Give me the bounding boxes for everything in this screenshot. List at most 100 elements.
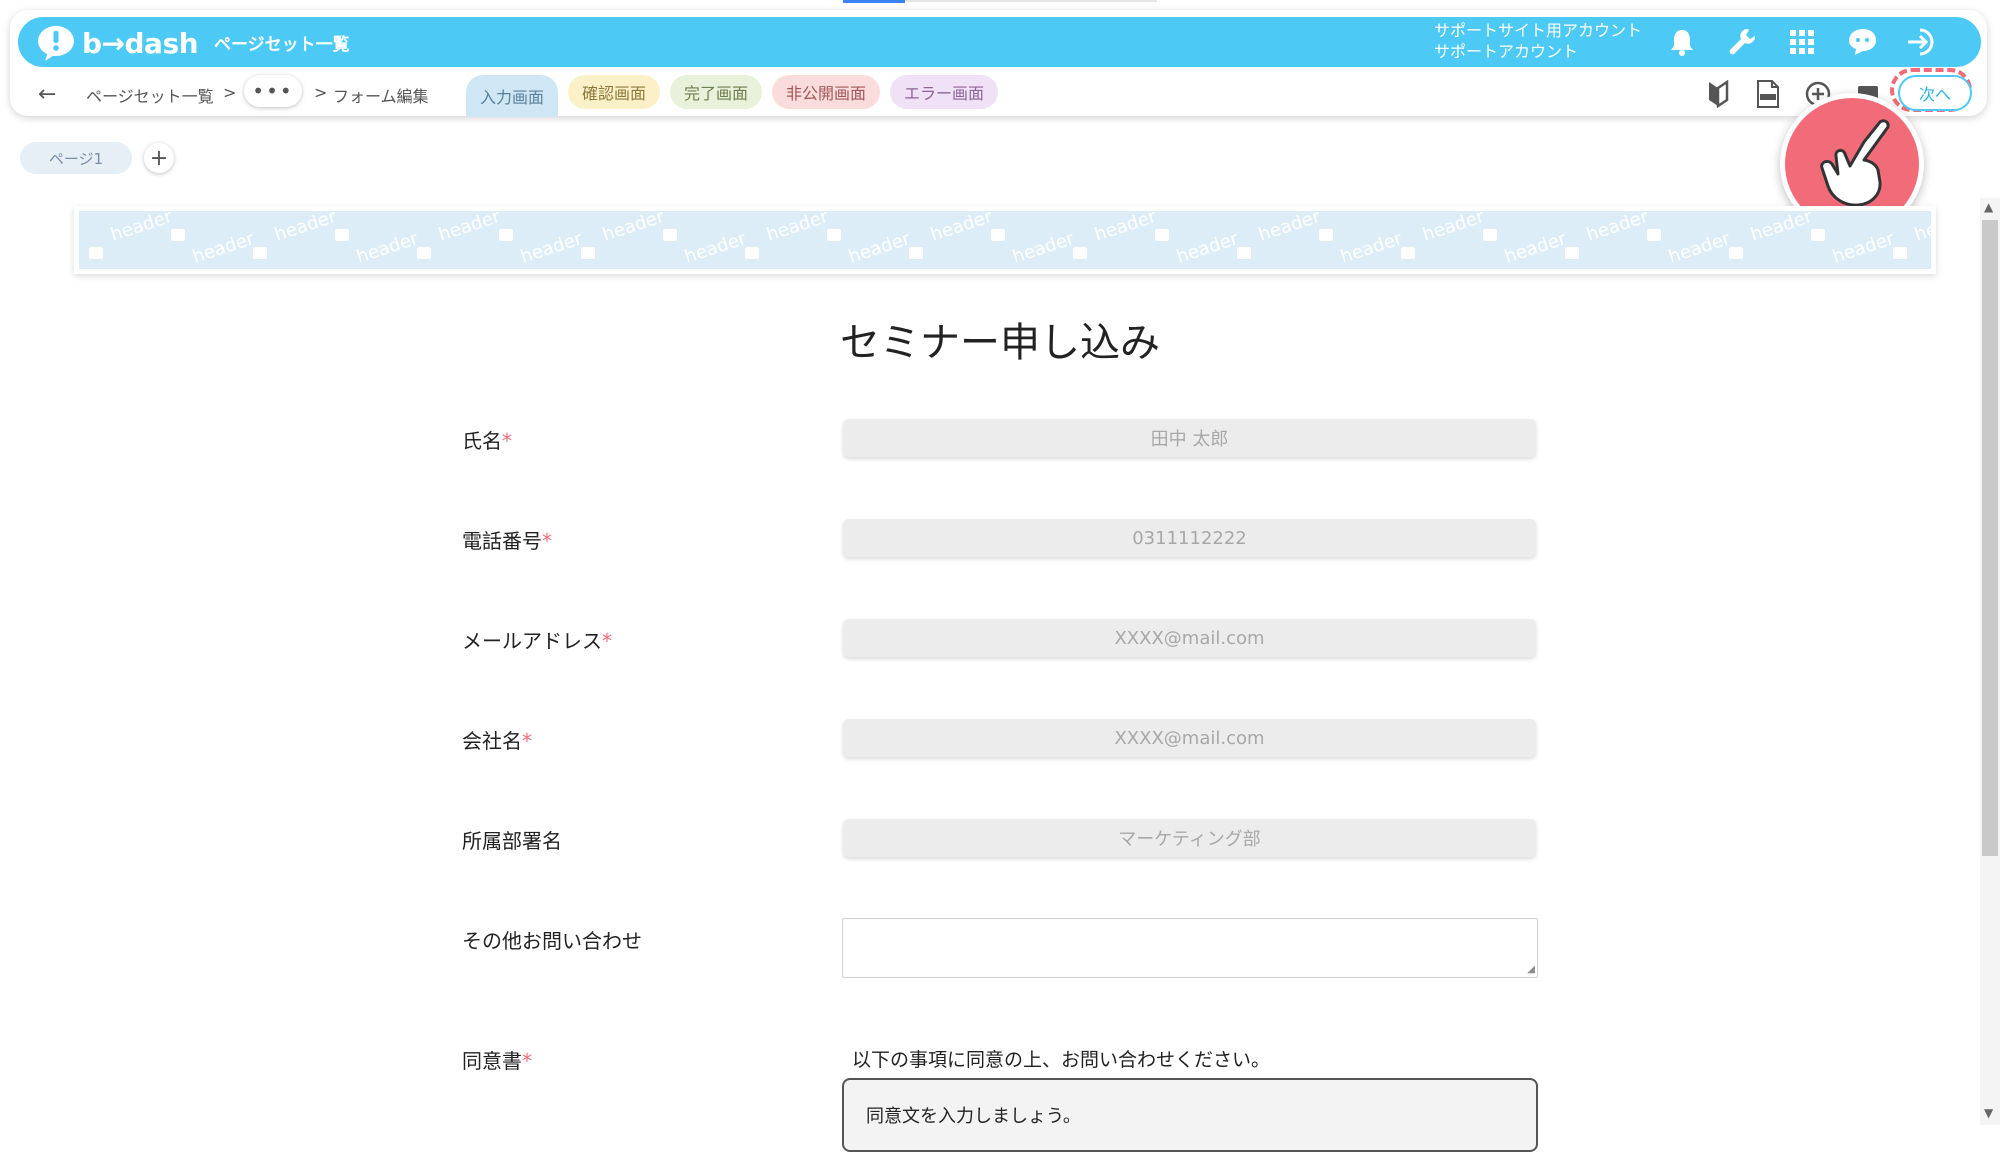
image-placeholder-icon <box>1073 247 1087 259</box>
header-watermark-text: header <box>1010 228 1077 268</box>
field-label-company: 会社名* <box>462 729 532 753</box>
breadcrumb-separator: > <box>223 83 237 102</box>
form-title: セミナー申し込み <box>840 320 1160 366</box>
scroll-down-arrow[interactable]: ▼ <box>1984 1106 1993 1120</box>
header-watermark-text: header <box>1256 211 1323 246</box>
header-watermark-text: header <box>354 228 421 268</box>
header-watermark-text: header <box>190 228 257 268</box>
image-placeholder-icon <box>1729 247 1743 259</box>
image-placeholder-icon <box>417 247 431 259</box>
image-placeholder-icon <box>1893 247 1907 259</box>
department-input[interactable]: マーケティング部 <box>843 819 1536 857</box>
header-watermark-text: header <box>1092 211 1159 246</box>
tab-private-screen[interactable]: 非公開画面 <box>772 75 880 109</box>
account-info[interactable]: サポートサイト用アカウント サポートアカウント <box>1434 20 1642 62</box>
image-placeholder-icon <box>253 247 267 259</box>
scroll-up-arrow[interactable]: ▲ <box>1984 200 1993 214</box>
required-mark: * <box>602 629 612 653</box>
header-watermark-text: header <box>272 211 339 246</box>
header-watermark-text: header <box>1174 228 1241 268</box>
field-label-consent: 同意書* <box>462 1049 532 1073</box>
image-placeholder-icon <box>499 229 513 241</box>
header-watermark-text: header <box>1584 211 1651 246</box>
required-mark: * <box>502 429 512 453</box>
scrollbar-thumb[interactable] <box>1982 220 1998 856</box>
image-placeholder-icon <box>1155 229 1169 241</box>
grid-icon[interactable] <box>1784 24 1820 60</box>
header-watermark-text: header <box>1830 228 1897 268</box>
image-placeholder-icon <box>581 247 595 259</box>
image-placeholder-icon <box>1237 247 1251 259</box>
support-chat-icon[interactable] <box>1844 24 1880 60</box>
tab-confirm-screen[interactable]: 確認画面 <box>568 75 660 109</box>
header-watermark-text: header <box>1502 228 1569 268</box>
brand-logo[interactable]: b→dash <box>36 23 199 63</box>
header-watermark-text: header <box>928 211 995 246</box>
account-line-2: サポートアカウント <box>1434 42 1579 61</box>
email-input[interactable]: XXXX@mail.com <box>843 619 1536 657</box>
consent-box[interactable]: 同意文を入力しましょう。 <box>842 1078 1538 1152</box>
header-watermark-text: header <box>108 211 175 246</box>
image-placeholder-icon <box>1319 229 1333 241</box>
breadcrumb-pageset-list[interactable]: ページセット一覧 <box>86 83 214 107</box>
image-placeholder-icon <box>89 247 103 259</box>
header-watermark-text: header <box>682 228 749 268</box>
html-file-icon[interactable] <box>1752 78 1784 110</box>
field-label-inquiry: その他お問い合わせ <box>462 929 642 953</box>
image-placeholder-icon <box>909 247 923 259</box>
tab-complete-screen[interactable]: 完了画面 <box>670 75 762 109</box>
required-mark: * <box>542 529 552 553</box>
resize-handle-icon[interactable]: ◢ <box>1527 964 1535 975</box>
field-label-email: メールアドレス* <box>462 629 612 653</box>
tab-error-screen[interactable]: エラー画面 <box>890 75 998 109</box>
add-page-button[interactable]: + <box>144 143 174 173</box>
required-mark: * <box>522 1049 532 1073</box>
company-input[interactable]: XXXX@mail.com <box>843 719 1536 757</box>
wrench-icon[interactable] <box>1724 24 1760 60</box>
beginner-mark-icon[interactable] <box>1702 78 1734 110</box>
header-image-placeholder[interactable]: header header header header header header head… <box>74 206 1936 274</box>
header-watermark-text: header <box>846 228 913 268</box>
header-watermark-text: header <box>600 211 667 246</box>
bell-icon[interactable] <box>1664 24 1700 60</box>
image-placeholder-icon <box>1401 247 1415 259</box>
image-placeholder-icon <box>171 229 185 241</box>
header-watermark-text: header <box>436 211 503 246</box>
field-label-phone: 電話番号* <box>462 529 552 553</box>
next-button[interactable]: 次へ <box>1898 75 1972 111</box>
browser-tab-divider <box>905 0 1157 2</box>
tab-input-screen[interactable]: 入力画面 <box>466 75 558 117</box>
logout-icon[interactable] <box>1904 24 1940 60</box>
header-watermark-text: header <box>1666 228 1733 268</box>
image-placeholder-icon <box>335 229 349 241</box>
back-button[interactable]: ← <box>38 82 56 107</box>
consent-intro: 以下の事項に同意の上、お問い合わせください。 <box>852 1049 1271 1071</box>
page-tab-1[interactable]: ページ1 <box>20 142 132 174</box>
header-watermark-text: header <box>518 228 585 268</box>
image-placeholder-icon <box>745 247 759 259</box>
header-watermark-text: header <box>1748 211 1815 246</box>
image-placeholder-icon <box>1647 229 1661 241</box>
required-mark: * <box>522 729 532 753</box>
inquiry-textarea[interactable]: ◢ <box>842 918 1538 978</box>
image-placeholder-icon <box>1565 247 1579 259</box>
image-placeholder-icon <box>991 229 1005 241</box>
image-placeholder-icon <box>1811 229 1825 241</box>
header-watermark-text: header <box>1420 211 1487 246</box>
breadcrumb-separator: > <box>314 83 328 102</box>
consent-body: 同意文を入力しましょう。 <box>866 1106 1081 1127</box>
app-page-title: ページセット一覧 <box>214 35 350 55</box>
image-placeholder-icon <box>827 229 841 241</box>
browser-tab-indicator <box>843 0 905 3</box>
name-input[interactable]: 田中 太郎 <box>843 419 1536 457</box>
header-watermark-text: header <box>1338 228 1405 268</box>
image-placeholder-icon <box>1483 229 1497 241</box>
field-label-department: 所属部署名 <box>462 829 562 853</box>
breadcrumb-more-button[interactable]: ••• <box>244 75 302 107</box>
header-watermark-text: header <box>1912 211 1931 246</box>
logo-bubble-icon <box>38 26 74 61</box>
header-pattern: header header header header header header head… <box>89 211 1931 268</box>
breadcrumb-form-edit: フォーム編集 <box>333 87 429 106</box>
field-label-name: 氏名* <box>462 429 512 453</box>
phone-input[interactable]: 0311112222 <box>843 519 1536 557</box>
